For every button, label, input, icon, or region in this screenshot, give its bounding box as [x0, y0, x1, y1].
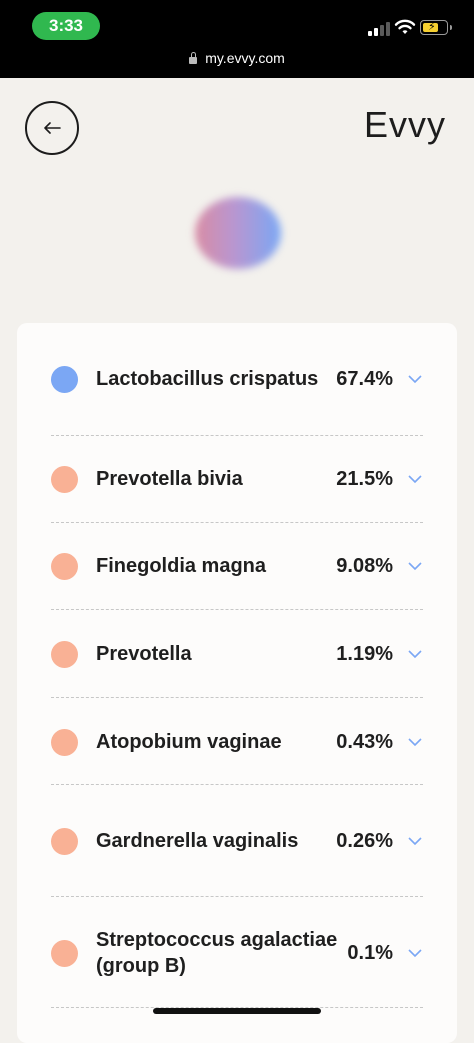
chevron-down-icon — [408, 650, 422, 659]
microbe-list-card: Lactobacillus crispatus 67.4% Prevotella… — [17, 323, 457, 1043]
row-divider — [51, 697, 423, 698]
chevron-down-icon — [408, 738, 422, 747]
row-divider — [51, 784, 423, 785]
evvy-logo: Evvy — [363, 104, 446, 145]
microbe-row-atopobium-vaginae[interactable]: Atopobium vaginae 0.43% — [51, 728, 423, 756]
microbe-name: Prevotella — [96, 643, 192, 665]
chevron-down-icon — [408, 375, 422, 384]
microbe-percent: 0.43% — [336, 730, 393, 753]
wifi-icon — [394, 19, 416, 34]
microbe-name: Atopobium vaginae — [96, 731, 282, 753]
chevron-down-icon — [408, 837, 422, 846]
back-button[interactable] — [25, 101, 79, 155]
row-divider — [51, 435, 423, 436]
home-indicator[interactable] — [153, 1008, 321, 1014]
status-bar: 3:33 ⚡ my.evvy.com — [0, 0, 474, 78]
address-bar[interactable]: my.evvy.com — [0, 50, 474, 66]
microbe-row-streptococcus-agalactiae[interactable]: Streptococcus agalactiae (group B) 0.1% — [51, 927, 423, 979]
row-divider — [51, 609, 423, 610]
microbe-name: Gardnerella vaginalis — [96, 830, 299, 852]
microbe-row-prevotella[interactable]: Prevotella 1.19% — [51, 640, 423, 668]
microbe-name: Finegoldia magna — [96, 555, 267, 577]
chevron-down-icon — [408, 562, 422, 571]
microbe-percent: 21.5% — [336, 467, 393, 490]
status-time: 3:33 — [32, 12, 100, 40]
microbe-name: Streptococcus agalactiae (group B) — [96, 929, 338, 977]
color-dot — [51, 728, 78, 756]
microbiome-blob-graphic — [195, 197, 281, 269]
microbe-percent: 9.08% — [336, 554, 393, 577]
color-dot — [51, 365, 78, 393]
color-dot — [51, 465, 78, 493]
microbe-percent: 67.4% — [336, 367, 393, 390]
microbe-name: Prevotella bivia — [96, 468, 243, 490]
chevron-down-icon — [408, 949, 422, 958]
url-text: my.evvy.com — [205, 50, 285, 66]
lock-icon — [189, 52, 198, 64]
microbe-name: Lactobacillus crispatus — [96, 368, 319, 390]
microbe-row-lactobacillus-crispatus[interactable]: Lactobacillus crispatus 67.4% — [51, 353, 423, 405]
color-dot — [51, 939, 78, 967]
microbe-row-prevotella-bivia[interactable]: Prevotella bivia 21.5% — [51, 465, 423, 493]
arrow-left-icon — [44, 122, 61, 134]
microbe-percent: 1.19% — [336, 642, 393, 665]
color-dot — [51, 827, 78, 855]
microbe-row-gardnerella-vaginalis[interactable]: Gardnerella vaginalis 0.26% — [51, 815, 423, 867]
row-divider — [51, 522, 423, 523]
color-dot — [51, 640, 78, 668]
chevron-down-icon — [408, 475, 422, 484]
row-divider — [51, 896, 423, 897]
cellular-signal-icon — [368, 20, 390, 36]
battery-charging-icon: ⚡ — [420, 20, 452, 35]
color-dot — [51, 552, 78, 580]
microbe-percent: 0.1% — [347, 941, 393, 964]
microbe-row-finegoldia-magna[interactable]: Finegoldia magna 9.08% — [51, 552, 423, 580]
microbe-percent: 0.26% — [336, 829, 393, 852]
